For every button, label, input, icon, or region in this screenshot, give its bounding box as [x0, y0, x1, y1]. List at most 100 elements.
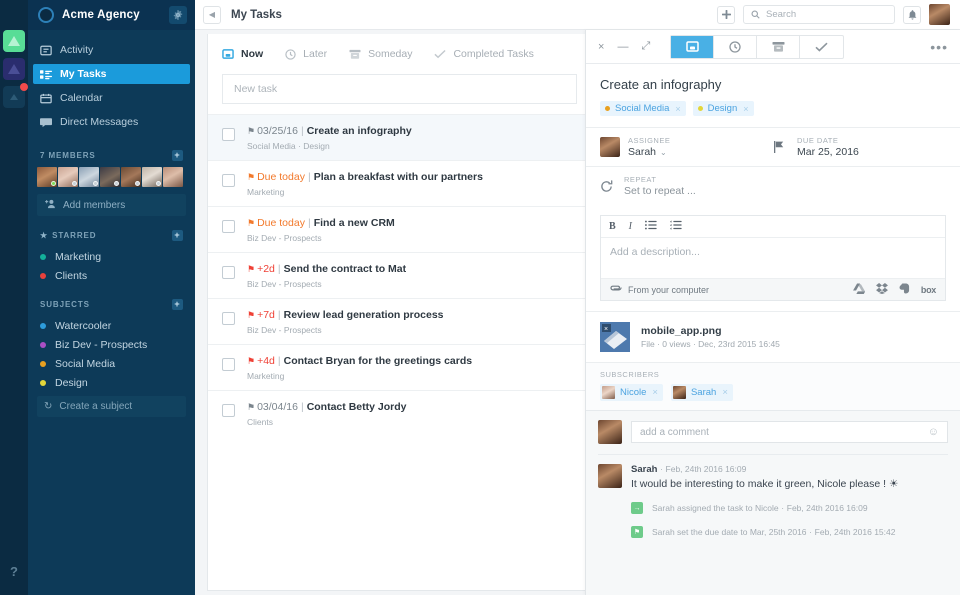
task-name: Send the contract to Mat — [283, 263, 407, 275]
bell-icon[interactable] — [903, 5, 921, 24]
assignee-field[interactable]: ASSIGNEE Sarah ⌄ — [600, 136, 773, 158]
task-row[interactable]: ⚑ Due today | Find a new CRM Biz Dev - Pros… — [208, 206, 591, 252]
task-row[interactable]: ⚑ Due today | Plan a breakfast with our par… — [208, 160, 591, 206]
chevron-left-icon[interactable]: ◀ — [203, 5, 221, 24]
task-checkbox[interactable] — [222, 220, 235, 233]
member-avatar[interactable] — [121, 167, 141, 187]
task-name: Contact Bryan for the greetings cards — [283, 355, 473, 367]
task-due: Due today — [257, 217, 305, 229]
attachment-row[interactable]: × mobile_app.png File · 0 views · Dec, 2… — [586, 311, 960, 362]
task-row[interactable]: ⚑ 03/04/16 | Contact Betty Jordy Clients — [208, 390, 591, 436]
plus-icon[interactable]: + — [172, 299, 183, 310]
minimize-icon[interactable]: — — [617, 41, 628, 53]
subscriber-nicole[interactable]: Nicole × — [600, 384, 663, 401]
task-checkbox[interactable] — [222, 128, 235, 141]
task-content: ⚑ Due today | Plan a breakfast with our par… — [247, 170, 577, 197]
task-name: Contact Betty Jordy — [306, 401, 407, 413]
rail-tile-workspace-green[interactable] — [3, 30, 25, 52]
task-checkbox[interactable] — [222, 266, 235, 279]
subscriber-sarah[interactable]: Sarah × — [670, 384, 733, 401]
plus-icon[interactable]: + — [172, 230, 183, 241]
google-drive-icon[interactable] — [852, 283, 866, 296]
starred-item-marketing[interactable]: Marketing — [28, 247, 195, 266]
plus-icon[interactable]: + — [172, 150, 183, 161]
create-subject-button[interactable]: ↻ Create a subject — [37, 396, 186, 417]
task-row[interactable]: ⚑ +4d | Contact Bryan for the greetings car… — [208, 344, 591, 390]
task-headline: ⚑ +7d | Review lead generation process — [247, 308, 577, 322]
tag-design[interactable]: Design × — [692, 101, 754, 116]
color-dot-icon — [40, 360, 46, 367]
sidebar-item-my-tasks[interactable]: My Tasks — [33, 64, 190, 84]
italic-icon[interactable]: I — [629, 221, 632, 232]
tab-completed-tasks[interactable]: Completed Tasks — [434, 48, 534, 60]
search-input[interactable]: Search — [743, 5, 895, 24]
task-checkbox[interactable] — [222, 174, 235, 187]
numbered-list-icon[interactable] — [670, 220, 682, 233]
separator: | — [277, 263, 281, 275]
tab-later[interactable]: Later — [285, 48, 327, 60]
detail-task-title: Create an infography — [600, 77, 722, 92]
member-avatar[interactable] — [79, 167, 99, 187]
dropbox-icon[interactable] — [875, 283, 888, 296]
tag-social-media[interactable]: Social Media × — [600, 101, 686, 116]
task-row[interactable]: ⚑ 03/25/16 | Create an infography Social Me… — [208, 114, 591, 160]
detail-tab-comments[interactable] — [671, 35, 715, 58]
task-row[interactable]: ⚑ +2d | Send the contract to Mat Biz Dev - … — [208, 252, 591, 298]
subject-item-watercooler[interactable]: Watercooler — [28, 316, 195, 335]
subject-item-social-media[interactable]: Social Media — [28, 354, 195, 373]
flag-icon: ⚑ — [247, 172, 256, 182]
tab-someday[interactable]: Someday — [349, 48, 412, 60]
ellipsis-icon[interactable]: ••• — [930, 39, 948, 55]
rail-tile-workspace-muted[interactable] — [3, 83, 28, 108]
new-task-input[interactable]: New task — [222, 74, 577, 104]
sidebar-item-label: My Tasks — [60, 68, 107, 80]
comment-icon — [686, 40, 699, 52]
task-checkbox[interactable] — [222, 404, 235, 417]
task-row[interactable]: ⚑ +7d | Review lead generation process Biz … — [208, 298, 591, 344]
sidebar-item-direct-messages[interactable]: Direct Messages — [33, 112, 190, 132]
add-members-button[interactable]: Add members — [37, 194, 186, 216]
member-avatar[interactable] — [163, 167, 183, 187]
remove-tag-icon[interactable]: × — [743, 104, 748, 114]
detail-tab-complete[interactable] — [800, 36, 843, 58]
member-avatar[interactable] — [58, 167, 78, 187]
remove-subscriber-icon[interactable]: × — [722, 387, 728, 398]
expand-icon[interactable]: ⤢ — [641, 40, 650, 53]
task-name: Review lead generation process — [283, 309, 444, 321]
gear-icon[interactable] — [169, 6, 187, 24]
member-avatar[interactable] — [142, 167, 162, 187]
sidebar-item-calendar[interactable]: Calendar — [33, 88, 190, 108]
subject-item-design[interactable]: Design — [28, 373, 195, 392]
add-button[interactable] — [717, 5, 735, 24]
upload-label[interactable]: From your computer — [628, 285, 709, 295]
help-button[interactable]: ? — [10, 564, 18, 579]
close-icon[interactable]: × — [598, 41, 604, 53]
user-avatar[interactable] — [929, 4, 950, 25]
task-checkbox[interactable] — [222, 312, 235, 325]
remove-tag-icon[interactable]: × — [675, 104, 680, 114]
task-checkbox[interactable] — [222, 358, 235, 371]
member-avatar[interactable] — [100, 167, 120, 187]
paperclip-icon[interactable] — [610, 284, 622, 296]
member-avatar[interactable] — [37, 167, 57, 187]
box-icon[interactable]: box — [921, 285, 936, 295]
main-area: ◀ My Tasks Search Now Later Someday Comp… — [195, 0, 960, 595]
starred-item-clients[interactable]: Clients — [28, 266, 195, 285]
rail-tile-workspace-purple[interactable] — [3, 58, 25, 80]
repeat-field[interactable]: REPEAT Set to repeat ... — [600, 175, 946, 197]
remove-subscriber-icon[interactable]: × — [652, 387, 658, 398]
subject-item-biz-dev-prospects[interactable]: Biz Dev - Prospects — [28, 335, 195, 354]
tab-now[interactable]: Now — [222, 48, 263, 60]
comment-input[interactable]: add a comment ☺ — [631, 421, 948, 443]
chevron-down-icon[interactable]: ⌄ — [660, 148, 667, 157]
bold-icon[interactable]: B — [609, 221, 616, 232]
evernote-icon[interactable] — [899, 283, 910, 296]
repeat-row[interactable]: REPEAT Set to repeat ... — [586, 166, 960, 205]
detail-tab-archive[interactable] — [757, 35, 801, 58]
due-date-field[interactable]: DUE DATE Mar 25, 2016 — [773, 136, 946, 158]
detail-tab-later[interactable] — [714, 35, 758, 58]
bullet-list-icon[interactable] — [645, 220, 657, 233]
smiley-icon[interactable]: ☺ — [928, 426, 939, 438]
description-input[interactable]: Add a description... — [601, 238, 945, 278]
sidebar-item-activity[interactable]: Activity — [33, 40, 190, 60]
